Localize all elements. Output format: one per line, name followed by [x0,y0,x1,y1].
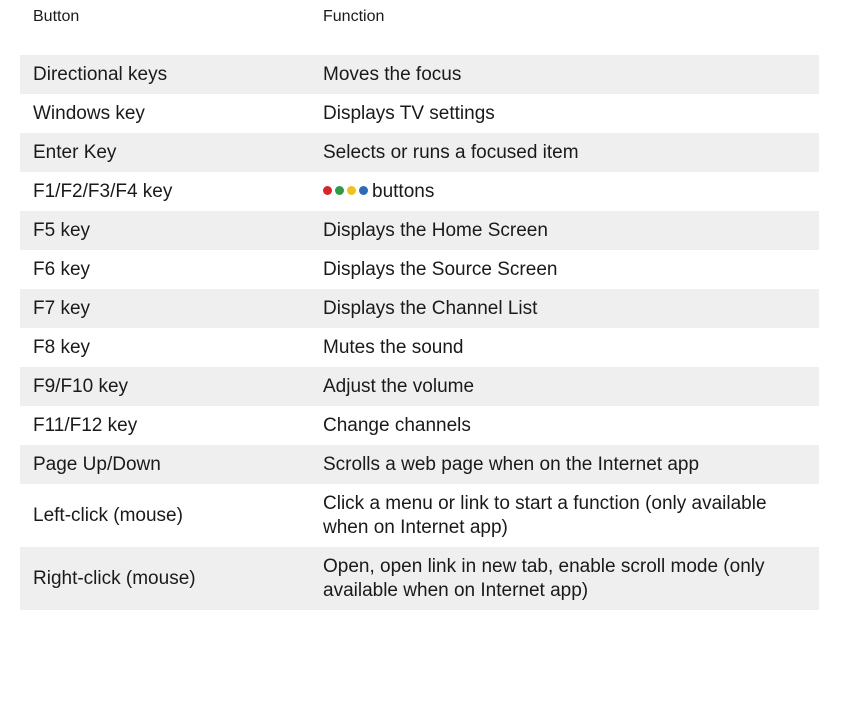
table-row: F8 key Mutes the sound [20,328,819,367]
table-row: F1/F2/F3/F4 key buttons [20,172,819,211]
button-cell: Page Up/Down [33,453,161,475]
table-row: F6 key Displays the Source Screen [20,250,819,289]
green-dot-icon [335,185,344,195]
header-function: Function [323,8,385,25]
yellow-dot-icon [347,185,356,195]
function-cell: Selects or runs a focused item [323,141,579,163]
table-row: F11/F12 key Change channels [20,406,819,445]
blue-dot-icon [359,185,368,195]
key-function-table: Directional keys Moves the focus Windows… [20,55,819,610]
color-buttons-icon [323,185,368,195]
button-cell: F9/F10 key [33,375,129,397]
button-cell: Directional keys [33,63,168,85]
table-row: Right-click (mouse) Open, open link in n… [20,547,819,610]
table-row: F5 key Displays the Home Screen [20,211,819,250]
function-cell: Open, open link in new tab, enable scrol… [323,555,765,601]
header-button: Button [33,8,80,25]
button-cell: Windows key [33,102,145,124]
function-cell: Adjust the volume [323,375,475,397]
table-row: F9/F10 key Adjust the volume [20,367,819,406]
table-row: Page Up/Down Scrolls a web page when on … [20,445,819,484]
button-cell: Right-click (mouse) [33,567,196,589]
table-row: Enter Key Selects or runs a focused item [20,133,819,172]
function-cell: Displays TV settings [323,102,495,124]
red-dot-icon [323,185,332,195]
table-header: Button Function [0,0,843,36]
button-cell: F6 key [33,258,91,280]
function-text: buttons [372,180,435,202]
function-cell: Displays the Home Screen [323,219,548,241]
function-cell: buttons [323,180,813,204]
table-row: Directional keys Moves the focus [20,55,819,94]
button-cell: Left-click (mouse) [33,504,183,526]
function-cell: Displays the Channel List [323,297,538,319]
button-cell: F11/F12 key [33,414,138,436]
table-row: Left-click (mouse) Click a menu or link … [20,484,819,547]
function-cell: Mutes the sound [323,336,464,358]
button-cell: F7 key [33,297,91,319]
button-cell: F1/F2/F3/F4 key [33,180,173,202]
function-cell: Click a menu or link to start a function… [323,492,767,538]
button-cell: F8 key [33,336,91,358]
function-cell: Scrolls a web page when on the Internet … [323,453,700,475]
function-cell: Moves the focus [323,63,462,85]
function-cell: Change channels [323,414,471,436]
function-cell: Displays the Source Screen [323,258,558,280]
table-row: Windows key Displays TV settings [20,94,819,133]
table-row: F7 key Displays the Channel List [20,289,819,328]
key-function-table-page: Button Function Directional keys Moves t… [0,0,843,702]
button-cell: Enter Key [33,141,117,163]
button-cell: F5 key [33,219,91,241]
